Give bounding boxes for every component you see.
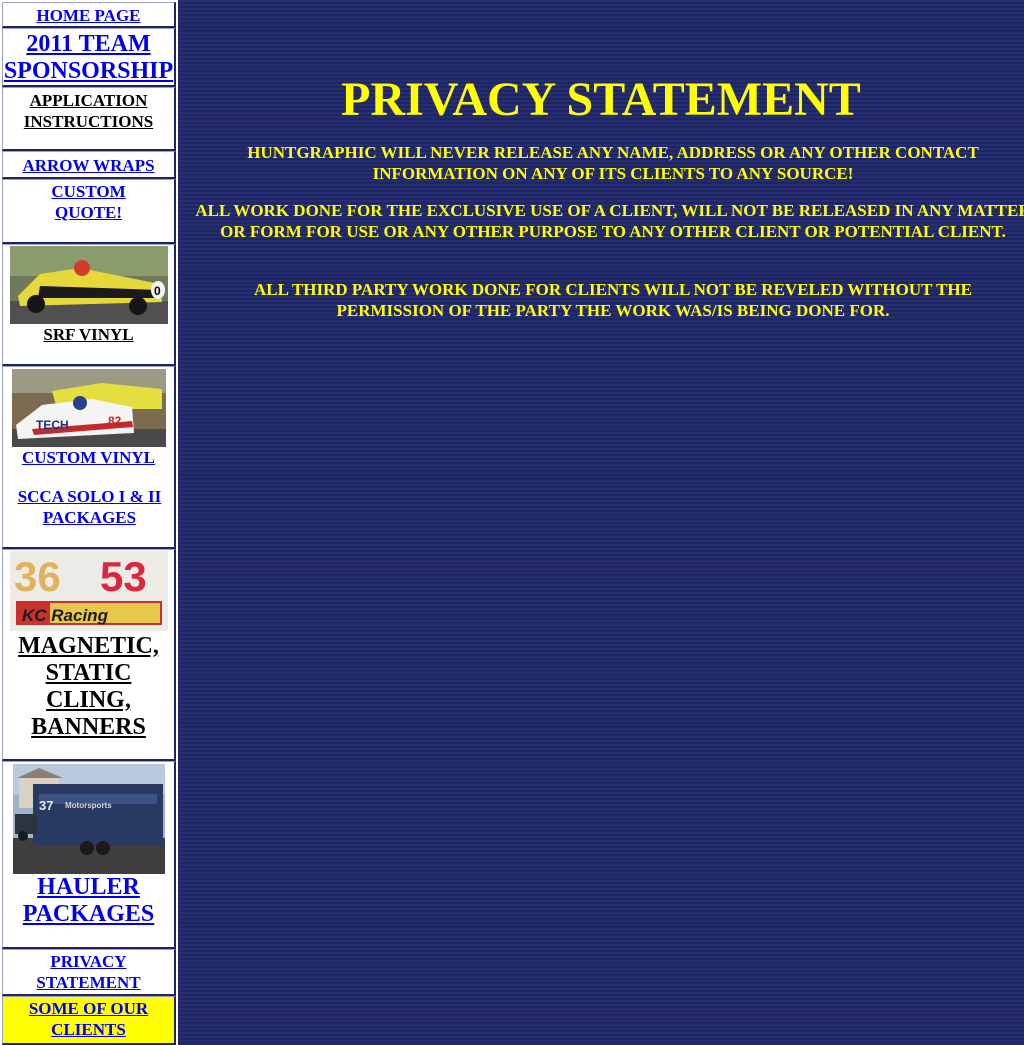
nav-cell-custom-quote: CUSTOM QUOTE! bbox=[2, 179, 176, 244]
hauler-packages-link[interactable]: HAULER PACKAGES bbox=[3, 874, 174, 928]
nav-cell-privacy: PRIVACY STATEMENT bbox=[2, 949, 176, 996]
custom-vinyl-link[interactable]: CUSTOM VINYL bbox=[3, 447, 174, 468]
svg-text:36: 36 bbox=[14, 553, 61, 600]
scca-solo-link[interactable]: SCCA SOLO I & II PACKAGES bbox=[3, 468, 174, 528]
nav-cell-srf-vinyl: 0 SRF VINYL bbox=[2, 244, 176, 366]
nav-cell-clients: SOME OF OUR CLIENTS bbox=[2, 996, 176, 1045]
svg-text:Motorsports: Motorsports bbox=[65, 801, 112, 810]
sidebar-nav: HOME PAGE 2011 TEAM SPONSORSHIP APPLICAT… bbox=[0, 0, 178, 1045]
nav-cell-custom-vinyl: TECH 82 CUSTOM VINYL SCCA SOLO I & II PA… bbox=[2, 366, 176, 549]
svg-text:53: 53 bbox=[100, 553, 147, 600]
svg-text:0: 0 bbox=[154, 284, 161, 298]
home-page-link[interactable]: HOME PAGE bbox=[3, 3, 174, 26]
privacy-paragraph-contact: HUNTGRAPHIC WILL NEVER RELEASE ANY NAME,… bbox=[247, 143, 979, 183]
kc-racing-banner-image[interactable]: 36 53 KC Racing bbox=[9, 551, 168, 631]
svg-text:TECH: TECH bbox=[36, 418, 69, 432]
privacy-paragraph-third-party: ALL THIRD PARTY WORK DONE FOR CLIENTS WI… bbox=[253, 280, 972, 320]
nav-cell-magnetic: 36 53 KC Racing MAGNETIC, STATIC CLING, … bbox=[2, 549, 176, 761]
custom-quote-link[interactable]: CUSTOM QUOTE! bbox=[3, 180, 174, 223]
svg-text:KC Racing: KC Racing bbox=[22, 606, 109, 625]
main-content: PRIVACY STATEMENT HUNTGRAPHIC WILL NEVER… bbox=[178, 0, 1024, 1045]
svg-text:82: 82 bbox=[108, 414, 122, 428]
page-title: PRIVACY STATEMENT bbox=[341, 73, 861, 126]
custom-car-image[interactable]: TECH 82 bbox=[11, 369, 166, 447]
arrow-wraps-link[interactable]: ARROW WRAPS bbox=[3, 152, 174, 176]
srf-car-image[interactable]: 0 bbox=[9, 246, 168, 324]
nav-cell-application: APPLICATION INSTRUCTIONS bbox=[2, 87, 176, 151]
some-of-our-clients-link[interactable]: SOME OF OUR CLIENTS bbox=[3, 997, 174, 1040]
hauler-trailer-image[interactable]: 37 Motorsports bbox=[12, 764, 165, 874]
nav-cell-hauler: 37 Motorsports HAULER PACKAGES bbox=[2, 761, 176, 949]
privacy-statement-link[interactable]: PRIVACY STATEMENT bbox=[3, 950, 174, 993]
srf-vinyl-link[interactable]: SRF VINYL bbox=[3, 324, 174, 345]
svg-text:37: 37 bbox=[39, 798, 53, 813]
privacy-paragraph-exclusive-work: ALL WORK DONE FOR THE EXCLUSIVE USE OF A… bbox=[195, 201, 1024, 241]
nav-cell-arrow-wraps: ARROW WRAPS bbox=[2, 151, 176, 179]
application-instructions-link[interactable]: APPLICATION INSTRUCTIONS bbox=[3, 88, 174, 132]
magnetic-static-cling-banners-link[interactable]: MAGNETIC, STATIC CLING, BANNERS bbox=[3, 631, 174, 741]
team-sponsorship-link[interactable]: 2011 TEAM SPONSORSHIP bbox=[3, 29, 174, 85]
nav-cell-team-sponsorship: 2011 TEAM SPONSORSHIP bbox=[2, 28, 176, 87]
nav-cell-home: HOME PAGE bbox=[2, 2, 176, 28]
